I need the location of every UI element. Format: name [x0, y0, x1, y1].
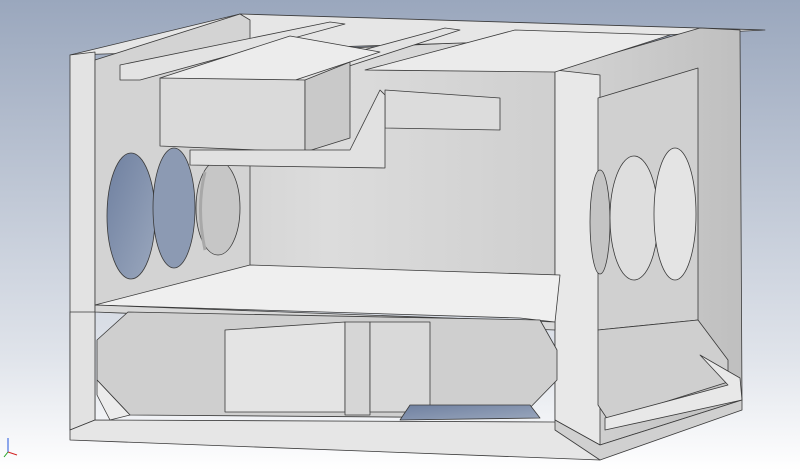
- lower-frame-left: [69, 311, 96, 431]
- right-opening-2: [609, 155, 659, 281]
- upper-block-left-front: [159, 77, 306, 153]
- 3d-viewport[interactable]: [0, 0, 800, 471]
- model-canvas[interactable]: [0, 0, 800, 471]
- left-opening-1: [106, 152, 156, 280]
- lower-divider: [344, 321, 371, 416]
- right-opening-1: [589, 169, 611, 275]
- lower-block-right: [369, 321, 431, 413]
- enclosure-model[interactable]: [69, 13, 766, 461]
- left-opening-2: [152, 147, 196, 269]
- lower-block-left: [224, 321, 346, 413]
- lower-right-floor: [399, 404, 541, 421]
- right-opening-3: [653, 147, 697, 281]
